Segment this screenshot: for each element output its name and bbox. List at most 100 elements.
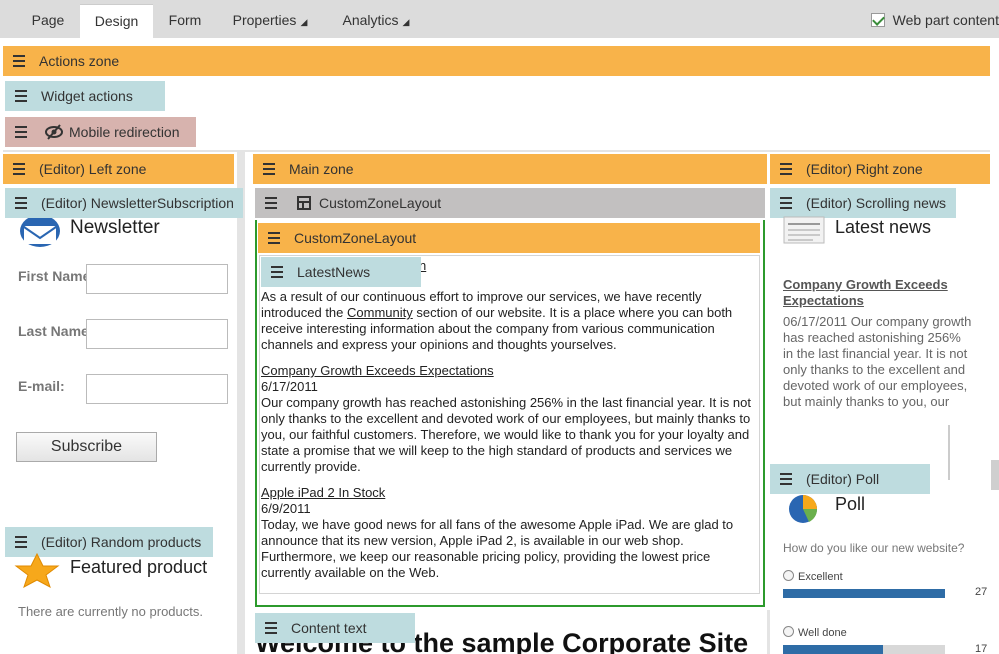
web-part-content-label: Web part content [892, 12, 999, 28]
right-zone-handle[interactable]: (Editor) Right zone [770, 154, 990, 184]
widget-label: (Editor) Poll [806, 471, 880, 487]
news-item: Company Growth Exceeds Expectations 6/17… [261, 363, 757, 475]
right-news-text: 06/17/2011 Our company growth has reache… [783, 314, 972, 412]
tab-form[interactable]: Form [153, 4, 217, 38]
last-name-label: Last Name [18, 323, 89, 339]
poll-count: 27 [975, 586, 988, 598]
news-item: Apple iPad 2 In Stock 6/9/2011 Today, we… [261, 485, 757, 581]
envelope-icon [20, 218, 60, 247]
tab-properties[interactable]: Properties ◢ [222, 4, 318, 38]
menu-icon[interactable] [13, 163, 25, 175]
menu-icon[interactable] [780, 197, 792, 209]
menu-icon[interactable] [265, 622, 277, 634]
zone-label: CustomZoneLayout [294, 230, 417, 246]
inner-custom-zone-layout-handle[interactable]: CustomZoneLayout [258, 223, 760, 253]
page-root: Page Design Form Properties ◢ Analytics ◢ … [0, 0, 999, 654]
column-separator [767, 610, 770, 654]
widget-label: Mobile redirection [69, 124, 180, 140]
tab-design[interactable]: Design [80, 4, 153, 38]
poll-bar-fill [783, 589, 945, 598]
divider [3, 150, 990, 152]
widget-label: (Editor) Scrolling news [806, 195, 947, 211]
news-title-link[interactable]: Company Growth Exceeds Expectations [261, 363, 494, 378]
menu-icon[interactable] [15, 197, 27, 209]
zone-label: Actions zone [39, 53, 120, 69]
menu-icon[interactable] [780, 163, 792, 175]
dropdown-triangle-icon: ◢ [300, 17, 308, 27]
menu-icon[interactable] [15, 90, 27, 102]
zone-label: Main zone [289, 161, 354, 177]
tab-label: Design [94, 13, 139, 29]
tab-label: Form [168, 12, 202, 28]
news-date: 6/17/2011 [261, 379, 318, 394]
scrolling-news-viewport[interactable]: 06/17/2011 Our company growth has reache… [780, 312, 980, 412]
actions-zone-handle[interactable]: Actions zone [3, 46, 990, 76]
content-text-widget-handle[interactable]: Content text [255, 613, 415, 643]
menu-icon[interactable] [15, 126, 27, 138]
menu-icon[interactable] [780, 473, 792, 485]
poll-question: How do you like our new website? [783, 541, 965, 555]
subscribe-button[interactable]: Subscribe [16, 432, 157, 462]
poll-count: 17 [975, 643, 988, 654]
last-name-input[interactable] [86, 319, 228, 349]
column-separator [237, 152, 245, 654]
page-scrollbar-thumb[interactable] [991, 460, 999, 490]
widget-label: Widget actions [41, 88, 133, 104]
poll-bar-fill [783, 645, 884, 654]
poll-widget-handle[interactable]: (Editor) Poll [770, 464, 930, 494]
latest-news-title: Latest news [835, 217, 932, 237]
zone-label: (Editor) Left zone [39, 161, 147, 177]
left-zone-handle[interactable]: (Editor) Left zone [3, 154, 234, 184]
radio-icon[interactable] [783, 570, 794, 581]
tab-analytics[interactable]: Analytics ◢ [332, 4, 420, 38]
news-text: Our company growth has reached astonishi… [261, 395, 751, 474]
web-part-content-toggle[interactable]: Web part content [870, 12, 999, 28]
layout-icon [297, 196, 311, 210]
star-icon [14, 552, 60, 588]
right-news-link[interactable]: Company Growth Exceeds Expectations [783, 277, 963, 309]
top-tab-bar: Page Design Form Properties ◢ Analytics ◢ … [0, 0, 999, 38]
menu-icon[interactable] [268, 232, 280, 244]
newsletter-widget-handle[interactable]: (Editor) NewsletterSubscription [5, 188, 243, 218]
radio-icon[interactable] [783, 626, 794, 637]
mobile-redirection-handle[interactable]: Mobile redirection [5, 117, 196, 147]
tab-page[interactable]: Page [14, 4, 82, 38]
dropdown-triangle-icon: ◢ [402, 17, 410, 27]
poll-option-label: Excellent [798, 571, 843, 583]
tab-label: Properties [232, 12, 297, 28]
poll-title: Poll [835, 494, 866, 514]
first-name-label: First Name [18, 268, 91, 284]
news-date: 6/9/2011 [261, 501, 311, 516]
zone-label: (Editor) Right zone [806, 161, 923, 177]
latest-news-widget-handle[interactable]: LatestNews [261, 257, 421, 287]
menu-icon[interactable] [263, 163, 275, 175]
widget-actions-handle[interactable]: Widget actions [5, 81, 165, 111]
menu-icon[interactable] [13, 55, 25, 67]
poll-option[interactable]: Excellent [783, 570, 843, 583]
menu-icon[interactable] [265, 197, 277, 209]
checkbox-icon[interactable] [870, 13, 885, 27]
intro-paragraph: As a result of our continuous effort to … [261, 289, 757, 353]
poll-bar [783, 645, 945, 654]
email-input[interactable] [86, 374, 228, 404]
widget-label: (Editor) Random products [41, 534, 202, 550]
first-name-input[interactable] [86, 264, 228, 294]
news-text: Today, we have good news for all fans of… [261, 517, 734, 580]
custom-zone-layout-handle[interactable]: CustomZoneLayout [255, 188, 765, 218]
menu-icon[interactable] [271, 266, 283, 278]
newsletter-title: Newsletter [70, 217, 160, 238]
poll-bar [783, 589, 945, 598]
widget-label: LatestNews [297, 264, 371, 280]
scroll-track [948, 425, 950, 480]
newspaper-icon [783, 216, 825, 244]
community-link[interactable]: Community [347, 305, 413, 320]
email-label: E-mail: [18, 378, 65, 394]
poll-option[interactable]: Well done [783, 626, 847, 639]
pie-chart-icon [789, 495, 818, 523]
scrolling-news-widget-handle[interactable]: (Editor) Scrolling news [770, 188, 956, 218]
news-title-link[interactable]: Apple iPad 2 In Stock [261, 485, 385, 500]
main-zone-handle[interactable]: Main zone [253, 154, 767, 184]
widget-label: CustomZoneLayout [319, 195, 442, 211]
menu-icon[interactable] [15, 536, 27, 548]
no-products-text: There are currently no products. [18, 604, 203, 619]
